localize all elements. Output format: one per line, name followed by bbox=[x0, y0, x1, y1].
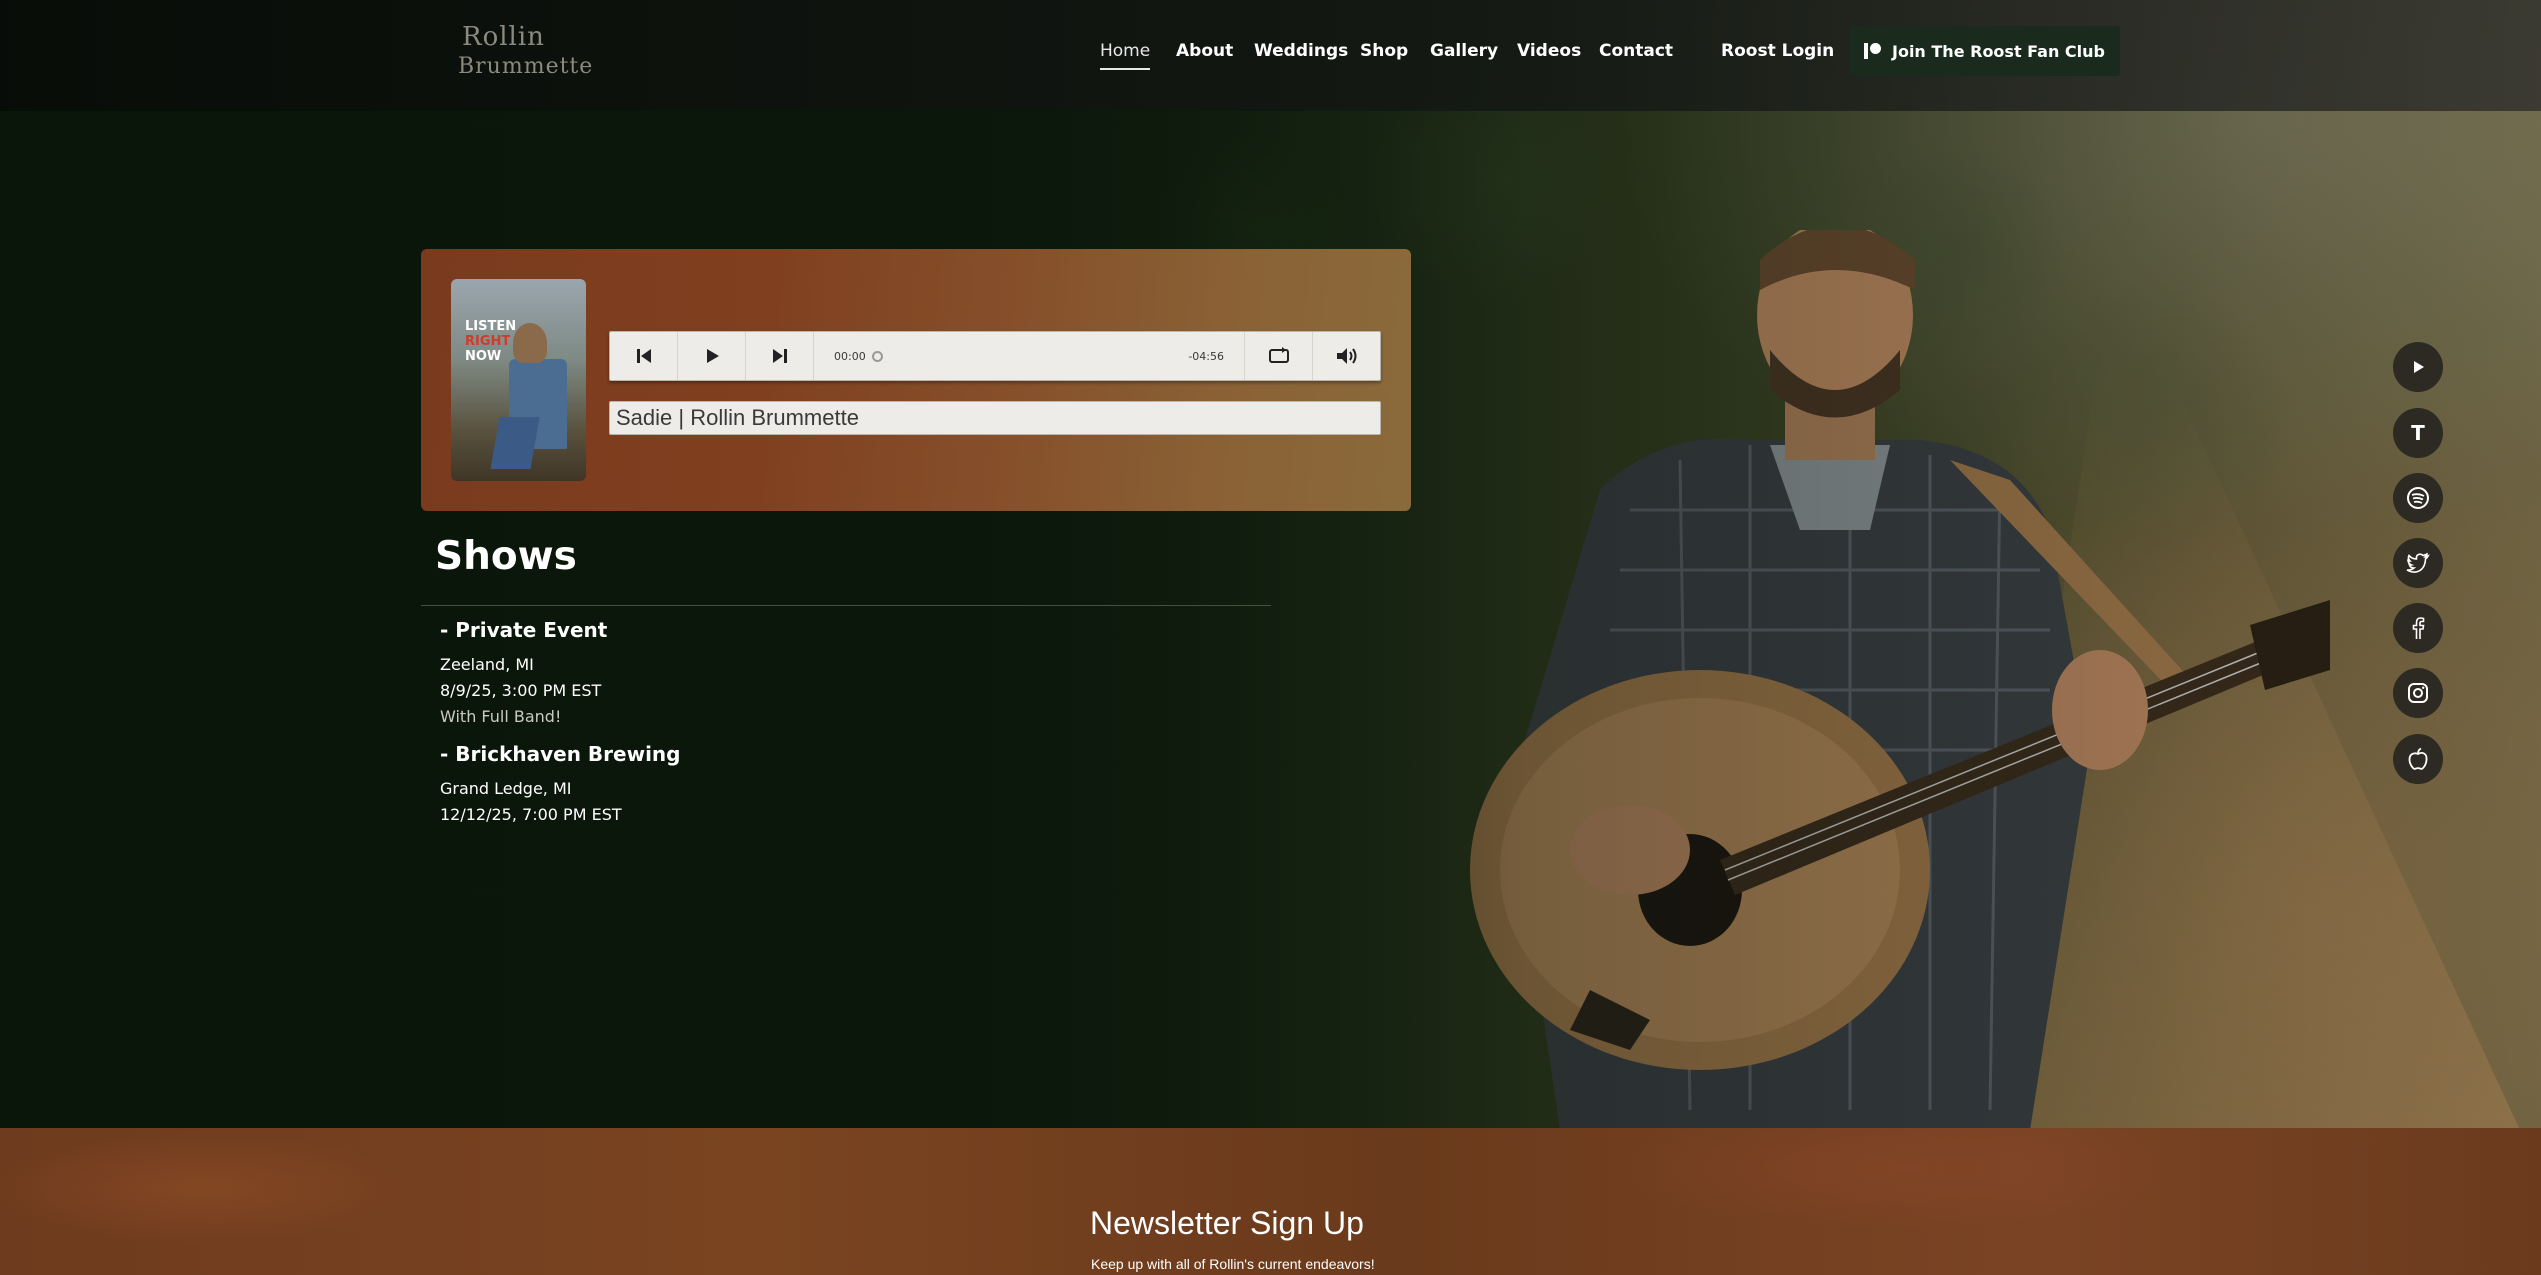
instagram-link[interactable] bbox=[2393, 668, 2443, 718]
remaining-time: -04:56 bbox=[1188, 349, 1224, 363]
hero-background bbox=[0, 0, 2541, 1128]
nav-videos[interactable]: Videos bbox=[1517, 41, 1581, 61]
facebook-icon bbox=[2412, 617, 2425, 639]
spotify-icon bbox=[2407, 487, 2429, 509]
twitter-icon bbox=[2406, 552, 2430, 573]
twitter-link[interactable] bbox=[2393, 538, 2443, 588]
album-art-text: LISTEN RIGHT NOW bbox=[465, 319, 517, 364]
join-fan-club-label: Join The Roost Fan Club bbox=[1892, 41, 2105, 61]
volume-icon bbox=[1336, 348, 1356, 364]
show-title: - Private Event bbox=[440, 618, 608, 642]
show-title: - Brickhaven Brewing bbox=[440, 742, 681, 766]
nav-contact[interactable]: Contact bbox=[1599, 41, 1673, 61]
logo-line2: Brummette bbox=[458, 54, 594, 79]
nav-shop[interactable]: Shop bbox=[1360, 41, 1408, 61]
t-icon: T bbox=[2411, 421, 2425, 445]
shows-divider bbox=[421, 605, 1271, 606]
repeat-button[interactable] bbox=[1244, 332, 1312, 380]
previous-track-button[interactable] bbox=[610, 332, 678, 380]
show-date: 8/9/25, 3:00 PM EST bbox=[440, 681, 602, 700]
nav-gallery[interactable]: Gallery bbox=[1430, 41, 1498, 61]
track-title: Sadie | Rollin Brummette bbox=[609, 401, 1381, 435]
show-item: - Brickhaven Brewing Grand Ledge, MI 12/… bbox=[440, 742, 680, 828]
album-art: LISTEN RIGHT NOW bbox=[451, 279, 586, 481]
t-link[interactable]: T bbox=[2393, 408, 2443, 458]
show-note: With Full Band! bbox=[440, 707, 562, 726]
apple-music-link[interactable] bbox=[2393, 734, 2443, 784]
audio-player-card: LISTEN RIGHT NOW 00:00 -04:56 Sadie | Ro… bbox=[421, 249, 1411, 511]
site-header: Rollin Brummette Home About Weddings Sho… bbox=[0, 0, 2541, 111]
volume-button[interactable] bbox=[1312, 332, 1380, 380]
patreon-icon bbox=[1864, 42, 1882, 60]
apple-icon bbox=[2408, 747, 2428, 770]
show-date: 12/12/25, 7:00 PM EST bbox=[440, 805, 622, 824]
logo-line1: Rollin bbox=[462, 22, 545, 52]
show-item: - Private Event Zeeland, MI 8/9/25, 3:00… bbox=[440, 618, 607, 730]
newsletter-title: Newsletter Sign Up bbox=[1090, 1205, 1364, 1241]
repeat-icon bbox=[1268, 347, 1289, 363]
spotify-link[interactable] bbox=[2393, 473, 2443, 523]
next-track-button[interactable] bbox=[746, 332, 814, 380]
youtube-link[interactable] bbox=[2393, 342, 2443, 392]
play-icon bbox=[706, 349, 719, 363]
progress-bar[interactable]: 00:00 -04:56 bbox=[814, 332, 1244, 380]
player-controls: 00:00 -04:56 bbox=[609, 331, 1381, 381]
nav-roost-login[interactable]: Roost Login bbox=[1721, 41, 1834, 61]
shows-heading: Shows bbox=[435, 534, 577, 579]
previous-icon bbox=[636, 349, 651, 363]
show-location: Zeeland, MI bbox=[440, 655, 534, 674]
nav-home[interactable]: Home bbox=[1100, 41, 1151, 70]
site-logo[interactable]: Rollin Brummette bbox=[458, 20, 594, 98]
next-icon bbox=[772, 349, 787, 363]
current-time: 00:00 bbox=[834, 349, 866, 363]
newsletter-subtitle: Keep up with all of Rollin's current end… bbox=[1091, 1256, 1375, 1272]
join-fan-club-button[interactable]: Join The Roost Fan Club bbox=[1849, 26, 2120, 76]
instagram-icon bbox=[2408, 683, 2428, 703]
show-location: Grand Ledge, MI bbox=[440, 779, 572, 798]
nav-about[interactable]: About bbox=[1176, 41, 1233, 61]
nav-weddings[interactable]: Weddings bbox=[1254, 41, 1348, 61]
progress-knob[interactable] bbox=[871, 350, 883, 362]
facebook-link[interactable] bbox=[2393, 603, 2443, 653]
play-button[interactable] bbox=[678, 332, 746, 380]
newsletter-section bbox=[0, 1128, 2541, 1275]
youtube-icon bbox=[2414, 361, 2424, 373]
